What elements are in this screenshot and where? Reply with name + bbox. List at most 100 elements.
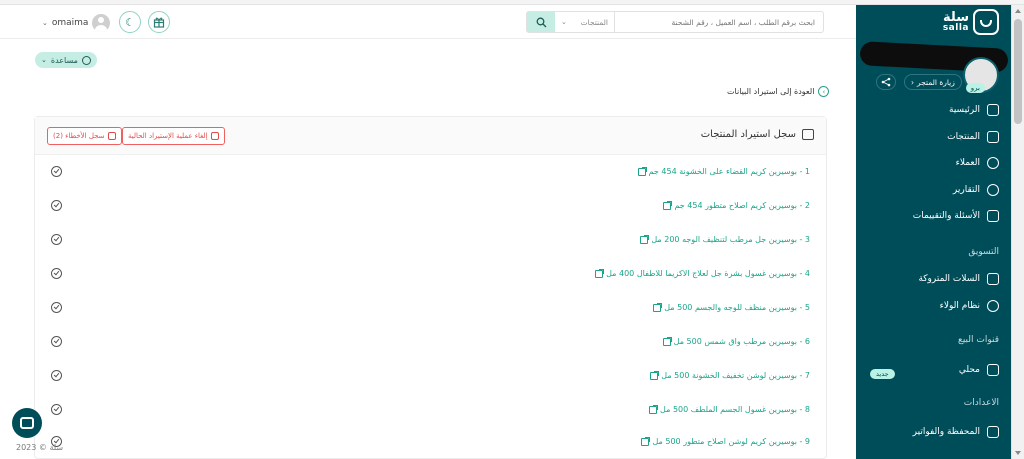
product-link[interactable]: 3 - بوسيرين جل مرطب لتنظيف الوجه 200 مل bbox=[640, 230, 810, 250]
sidebar-item-loyalty[interactable]: نظام الولاء bbox=[940, 298, 999, 314]
new-badge: جديد bbox=[870, 369, 895, 379]
check-circle-icon bbox=[51, 370, 62, 381]
card-header: سجل استيراد المنتجات إلغاء عملية الإستير… bbox=[35, 117, 826, 155]
import-row: 7 - بوسيرين لوشن تخفيف الخشونة 500 مل bbox=[35, 366, 826, 400]
external-link-icon bbox=[662, 337, 672, 346]
external-link-icon bbox=[649, 405, 659, 414]
product-link-text: 1 - بوسيرين كريم القضاء على الخشونة 454 … bbox=[648, 167, 810, 176]
logo-text: سلة salla bbox=[943, 11, 969, 33]
check-circle-icon bbox=[51, 268, 62, 279]
product-link-text: 2 - بوسيرين كريم اصلاح متطور 454 جم bbox=[674, 201, 810, 210]
chevron-down-icon: ⌄ bbox=[42, 19, 48, 27]
external-link-icon bbox=[640, 235, 650, 244]
product-link-text: 7 - بوسيرين لوشن تخفيف الخشونة 500 مل bbox=[661, 371, 810, 380]
document-icon bbox=[107, 132, 116, 140]
chevron-down-icon: ⌄ bbox=[561, 18, 567, 26]
external-link-icon bbox=[653, 303, 663, 312]
visit-store-label: زيارة المتجر bbox=[917, 77, 955, 87]
chevron-down-icon: ⌄ bbox=[41, 56, 47, 64]
cart-icon bbox=[987, 273, 999, 285]
product-link-text: 4 - بوسيرين غسول بشرة جل لعلاج الاكزيما … bbox=[606, 269, 810, 278]
shirt-icon bbox=[987, 131, 999, 143]
product-link[interactable]: 6 - بوسيرين مرطب واق شمس 500 مل bbox=[662, 332, 810, 352]
share-icon bbox=[881, 77, 891, 87]
product-link-text: 3 - بوسيرين جل مرطب لتنظيف الوجه 200 مل bbox=[651, 235, 810, 244]
sidebar-item-home[interactable]: الرئيسية bbox=[949, 102, 999, 118]
sidebar-item-products[interactable]: المنتجات bbox=[947, 129, 999, 145]
scroll-thumb[interactable] bbox=[1014, 19, 1022, 124]
sidebar-item-label: المحفظة والفواتير bbox=[912, 427, 980, 437]
sidebar-item-label: المنتجات bbox=[947, 132, 980, 142]
search-scope-value: المنتجات bbox=[580, 17, 608, 27]
visit-store-button[interactable]: زيارة المتجر ‹ bbox=[904, 74, 962, 90]
check-circle-icon bbox=[51, 234, 62, 245]
plan-badge: برو bbox=[965, 83, 985, 93]
import-row: 5 - بوسيرين منظف للوجه والجسم 500 مل bbox=[35, 298, 826, 332]
product-link[interactable]: 8 - بوسيرين غسول الجسم الملطف 500 مل bbox=[649, 400, 810, 420]
product-link[interactable]: 2 - بوسيرين كريم اصلاح متطور 454 جم bbox=[663, 196, 810, 216]
section-settings: الاعدادات bbox=[963, 398, 999, 408]
sidebar-item-label: الأسئلة والتقييمات bbox=[912, 211, 980, 221]
sidebar-item-reviews[interactable]: الأسئلة والتقييمات bbox=[913, 208, 999, 224]
gift-button[interactable] bbox=[148, 11, 170, 33]
sidebar-item-label: التقارير bbox=[952, 185, 980, 195]
check-circle-icon bbox=[51, 200, 62, 211]
import-row: 9 - بوسيرين كريم لوشن اصلاح متطور 500 مل bbox=[35, 432, 826, 459]
sidebar-item-label: الرئيسية bbox=[949, 105, 980, 115]
external-link-icon bbox=[595, 269, 605, 278]
help-button[interactable]: مساعدة ⌄ bbox=[35, 52, 97, 68]
sidebar-item-label: العملاء bbox=[955, 158, 980, 168]
cancel-icon bbox=[210, 132, 219, 140]
product-link[interactable]: 4 - بوسيرين غسول بشرة جل لعلاج الاكزيما … bbox=[595, 264, 810, 284]
product-link[interactable]: 9 - بوسيرين كريم لوشن اصلاح متطور 500 مل bbox=[641, 432, 810, 452]
user-menu[interactable]: ⌄ omaima bbox=[42, 14, 111, 32]
import-row: 4 - بوسيرين غسول بشرة جل لعلاج الاكزيما … bbox=[35, 264, 826, 298]
support-chat-button[interactable] bbox=[12, 408, 42, 438]
import-row: 8 - بوسيرين غسول الجسم الملطف 500 مل bbox=[35, 400, 826, 434]
error-log-label: سجل الأخطاء (2) bbox=[53, 132, 105, 140]
sidebar-item-label: السلات المتروكة bbox=[918, 274, 980, 284]
import-row: 2 - بوسيرين كريم اصلاح متطور 454 جم bbox=[35, 196, 826, 230]
product-link[interactable]: 5 - بوسيرين منظف للوجه والجسم 500 مل bbox=[653, 298, 810, 318]
import-log-card: سجل استيراد المنتجات إلغاء عملية الإستير… bbox=[34, 116, 827, 459]
product-link[interactable]: 7 - بوسيرين لوشن تخفيف الخشونة 500 مل bbox=[650, 366, 810, 386]
scroll-up-arrow-icon[interactable] bbox=[1015, 9, 1021, 13]
share-store-button[interactable] bbox=[876, 74, 896, 90]
sidebar-item-wallet[interactable]: المحفظة والفواتير bbox=[913, 424, 999, 440]
home-icon bbox=[987, 104, 999, 116]
error-log-button[interactable]: سجل الأخطاء (2) bbox=[47, 127, 122, 145]
cancel-import-label: إلغاء عملية الإستيراد الحالية bbox=[128, 132, 208, 140]
inbox-icon bbox=[802, 129, 814, 140]
search-scope-select[interactable]: المنتجات ⌄ bbox=[555, 12, 615, 32]
top-header: ⌄ omaima ☾ المنتجات ⌄ bbox=[0, 5, 856, 39]
product-link[interactable]: 1 - بوسيرين كريم القضاء على الخشونة 454 … bbox=[637, 162, 810, 182]
dark-mode-button[interactable]: ☾ bbox=[119, 11, 141, 33]
scroll-down-arrow-icon[interactable] bbox=[1015, 451, 1021, 455]
user-star-icon bbox=[987, 300, 999, 312]
user-avatar bbox=[92, 14, 111, 32]
wallet-icon bbox=[987, 426, 999, 438]
chevron-left-icon: ‹ bbox=[911, 77, 914, 87]
arrow-left-circle-icon: › bbox=[818, 86, 830, 97]
sidebar-item-customers[interactable]: العملاء bbox=[956, 155, 999, 171]
sidebar-item-reports[interactable]: التقارير bbox=[953, 182, 999, 198]
search-button[interactable] bbox=[527, 12, 555, 32]
back-to-import-link[interactable]: › العودة إلى استيراد البيانات bbox=[727, 86, 830, 97]
salla-logo[interactable]: سلة salla bbox=[943, 9, 999, 35]
comment-icon bbox=[987, 210, 999, 222]
page-scrollbar[interactable] bbox=[1011, 5, 1024, 459]
card-title-text: سجل استيراد المنتجات bbox=[700, 129, 796, 140]
sidebar: سلة salla برو زيارة المتجر ‹ الرئيسية ال… bbox=[856, 5, 1011, 459]
import-row: 1 - بوسيرين كريم القضاء على الخشونة 454 … bbox=[35, 162, 826, 196]
back-label: العودة إلى استيراد البيانات bbox=[727, 87, 815, 96]
check-circle-icon bbox=[51, 166, 62, 177]
cancel-import-button[interactable]: إلغاء عملية الإستيراد الحالية bbox=[122, 127, 225, 145]
search-input[interactable] bbox=[615, 12, 823, 32]
sidebar-item-local[interactable]: محلي bbox=[959, 362, 999, 378]
store-icon bbox=[987, 364, 999, 376]
sidebar-item-abandoned-carts[interactable]: السلات المتروكة bbox=[918, 271, 999, 287]
logo-english: salla bbox=[942, 23, 969, 33]
check-circle-icon bbox=[51, 302, 62, 313]
external-link-icon bbox=[637, 167, 647, 176]
sidebar-item-label: محلي bbox=[958, 365, 980, 375]
